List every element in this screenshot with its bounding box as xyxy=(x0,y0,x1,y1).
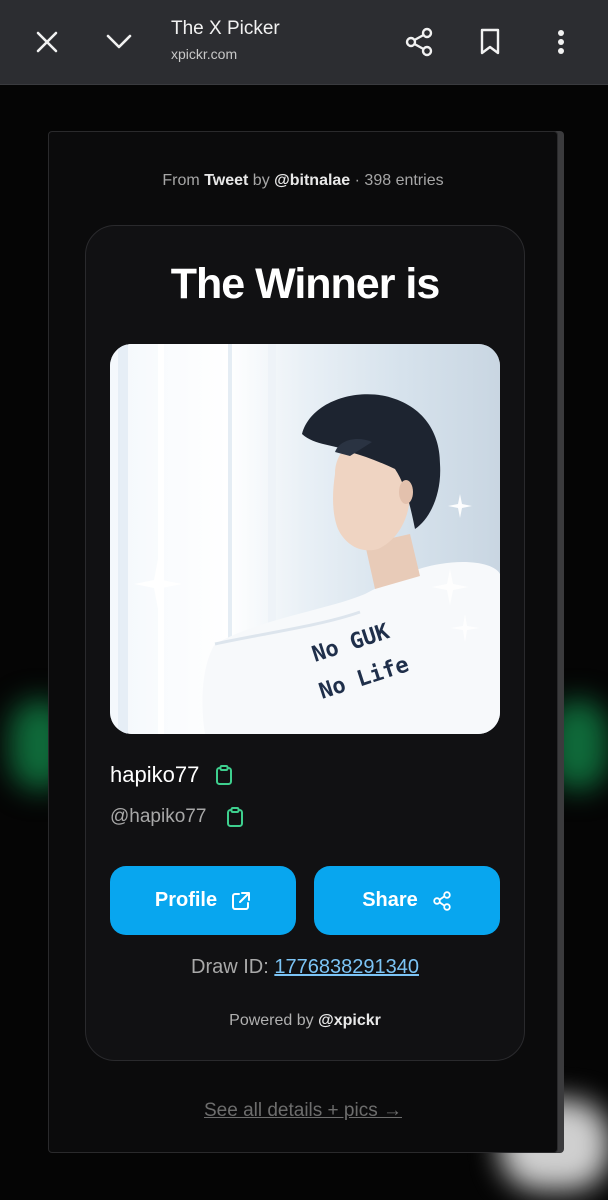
external-link-icon xyxy=(232,891,251,910)
share-button[interactable]: Share xyxy=(314,866,500,935)
source-prefix: From xyxy=(162,172,205,189)
powered-by-brand[interactable]: @xpickr xyxy=(318,1012,381,1029)
browser-title-block: The X Picker xpickr.com xyxy=(171,18,280,62)
source-author: @bitnalae xyxy=(274,172,351,189)
powered-by: Powered by @xpickr xyxy=(86,1012,524,1030)
source-type: Tweet xyxy=(204,172,249,189)
share-button-label: Share xyxy=(362,889,418,911)
share-icon xyxy=(405,27,433,57)
page-title: The X Picker xyxy=(171,18,280,39)
winner-handle-row: @hapiko77 xyxy=(110,806,246,828)
profile-button[interactable]: Profile xyxy=(110,866,296,935)
draw-id-link[interactable]: 1776838291340 xyxy=(274,956,419,978)
entry-count: · 398 entries xyxy=(350,172,444,189)
browser-top-bar: The X Picker xpickr.com xyxy=(0,0,608,85)
bookmark-icon xyxy=(480,28,500,55)
collapse-button[interactable] xyxy=(97,20,141,64)
bookmark-button[interactable] xyxy=(468,20,512,64)
share-icon xyxy=(433,890,451,911)
close-icon xyxy=(36,31,58,53)
source-by: by xyxy=(248,172,275,189)
clipboard-icon[interactable] xyxy=(224,806,246,828)
see-all-details-link[interactable]: See all details + pics → xyxy=(49,1100,557,1122)
close-button[interactable] xyxy=(25,20,69,64)
source-line: From Tweet by @bitnalae · 398 entries xyxy=(49,172,557,190)
winner-handle: @hapiko77 xyxy=(110,806,207,827)
chevron-down-icon xyxy=(106,34,132,49)
draw-id-label: Draw ID: xyxy=(191,956,275,978)
winner-modal: From Tweet by @bitnalae · 398 entries Th… xyxy=(48,131,558,1153)
winner-photo: No GUK No Life xyxy=(110,344,500,734)
winner-heading: The Winner is xyxy=(170,260,441,308)
winner-name: hapiko77 xyxy=(110,762,200,787)
powered-by-prefix: Powered by xyxy=(229,1012,319,1029)
draw-id-row: Draw ID: 1776838291340 xyxy=(86,956,524,979)
more-vert-icon xyxy=(558,30,564,54)
page-url: xpickr.com xyxy=(171,46,238,62)
winner-card: The Winner is No GUK No Life hapiko77 @h… xyxy=(85,225,525,1061)
winner-photo-illustration: No GUK No Life xyxy=(110,344,500,734)
more-options-button[interactable] xyxy=(539,20,583,64)
winner-name-row: hapiko77 xyxy=(110,762,235,788)
profile-button-label: Profile xyxy=(154,889,218,911)
clipboard-icon[interactable] xyxy=(213,764,235,786)
share-page-button[interactable] xyxy=(397,20,441,64)
